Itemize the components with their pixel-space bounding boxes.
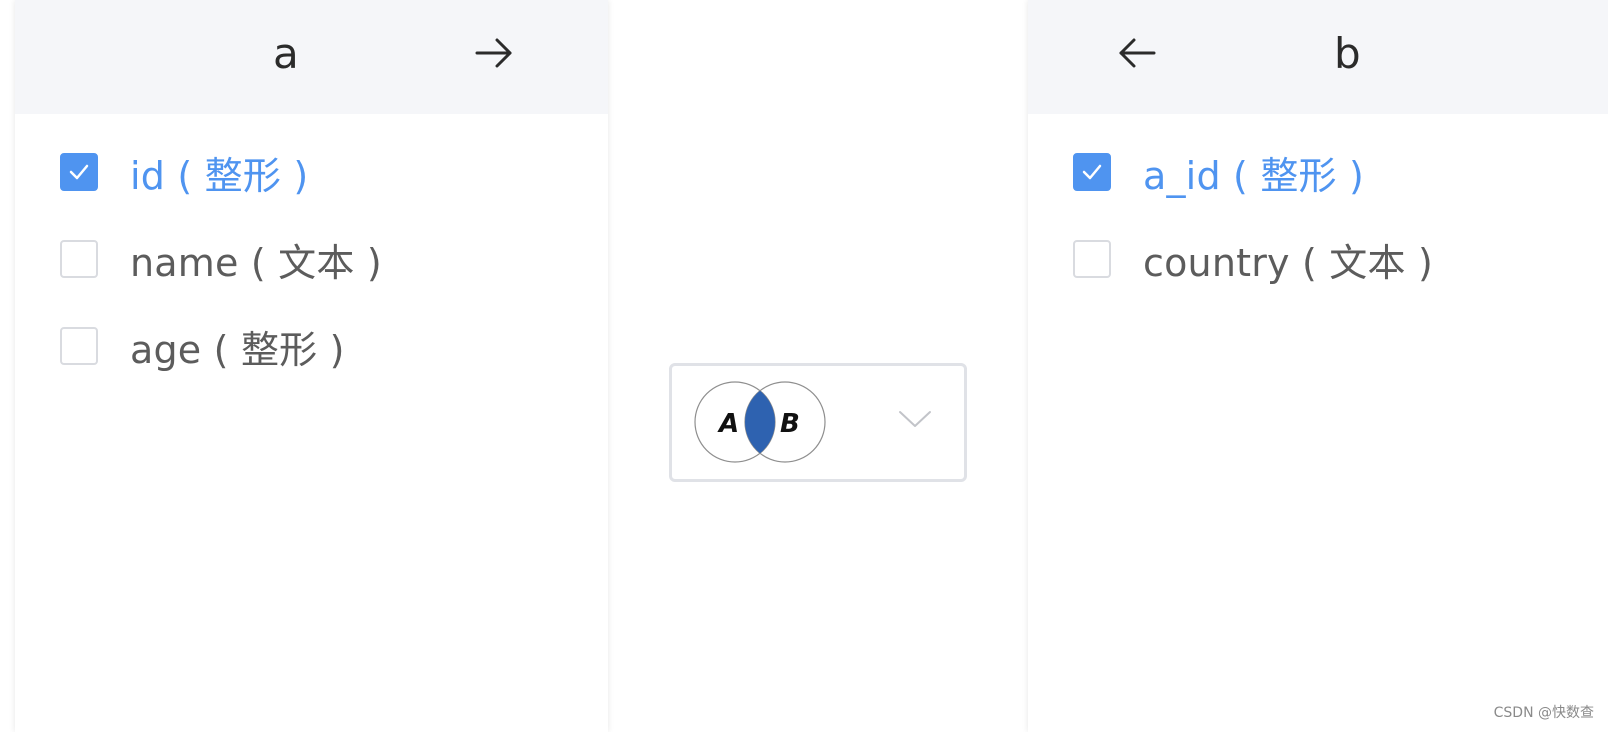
venn-label-a: A [717,409,739,439]
watermark: CSDN @快数查 [1493,705,1594,721]
join-editor: a id ( 整形 ) name ( 文本 ) age ( 整形 ) A B b… [0,0,1608,732]
field-label-age[interactable]: age ( 整形 ) [130,319,345,374]
field-row-age[interactable]: age ( 整形 ) [60,324,345,372]
field-row-a-id[interactable]: a_id ( 整形 ) [1073,150,1364,198]
arrow-left-icon[interactable] [1116,32,1158,74]
field-row-name[interactable]: name ( 文本 ) [60,237,382,285]
right-table-panel: b a_id ( 整形 ) country ( 文本 ) [1028,0,1608,732]
venn-label-b: B [780,409,800,439]
left-table-header: a [15,0,608,114]
field-checkbox-age[interactable] [60,327,98,365]
checkmark-icon [69,164,89,180]
field-checkbox-name[interactable] [60,240,98,278]
field-row-country[interactable]: country ( 文本 ) [1073,237,1433,285]
left-table-panel: a id ( 整形 ) name ( 文本 ) age ( 整形 ) [15,0,608,732]
field-checkbox-country[interactable] [1073,240,1111,278]
left-table-title: a [273,29,299,78]
checkmark-icon [1082,164,1102,180]
field-checkbox-id[interactable] [60,153,98,191]
field-label-a-id[interactable]: a_id ( 整形 ) [1143,145,1364,200]
join-type-select[interactable]: A B [669,363,967,482]
venn-inner-join-icon: A B [694,381,826,463]
field-label-country[interactable]: country ( 文本 ) [1143,232,1433,287]
right-table-header: b [1028,0,1608,114]
field-row-id[interactable]: id ( 整形 ) [60,150,308,198]
field-checkbox-a-id[interactable] [1073,153,1111,191]
right-table-title: b [1334,29,1361,78]
field-label-name[interactable]: name ( 文本 ) [130,232,382,287]
field-label-id[interactable]: id ( 整形 ) [130,145,308,200]
chevron-down-icon [899,411,931,427]
arrow-right-icon[interactable] [473,32,515,74]
